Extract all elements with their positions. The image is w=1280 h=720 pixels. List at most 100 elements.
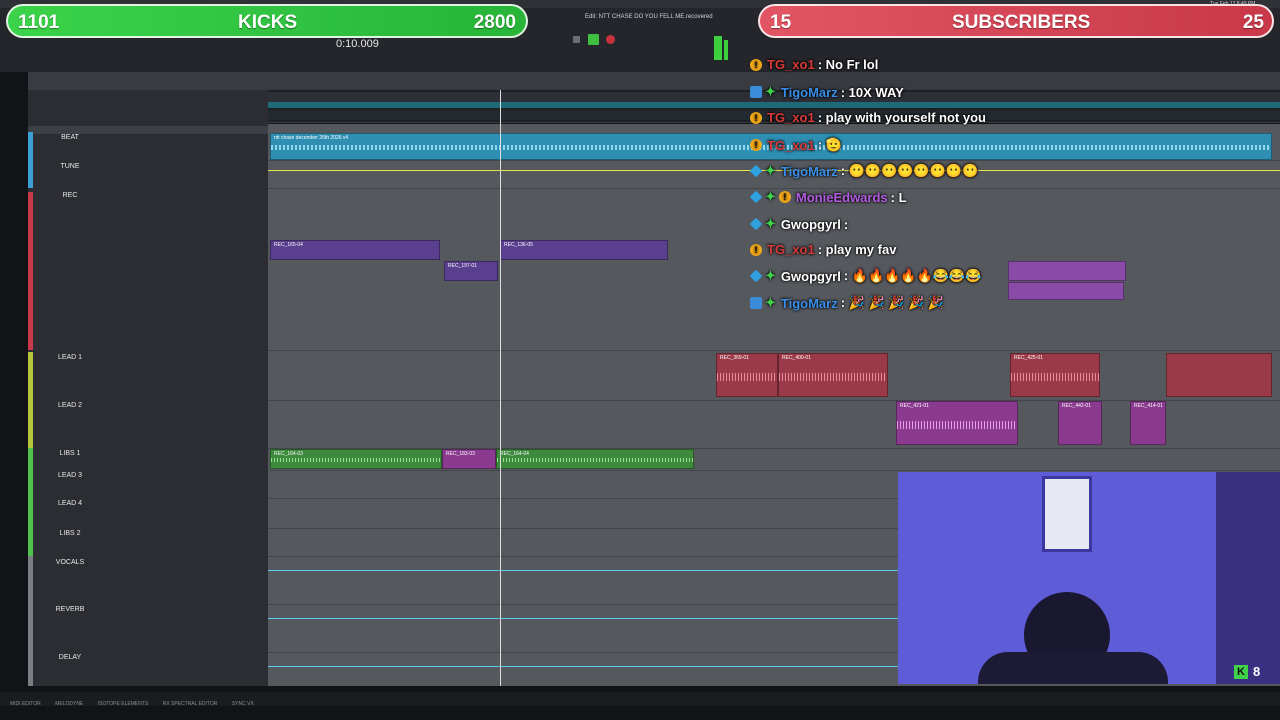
audio-clip-rec[interactable]: REC_136-05 [500,240,668,260]
chat-message: ✦ Gwopgyrl: 🔥🔥🔥🔥🔥😂😂😂 [749,268,982,284]
audio-clip-libs[interactable]: REC_164-03 [270,449,442,469]
chat-text: : play my fav [817,242,897,257]
chat-username[interactable]: TG_xo1 [767,57,815,72]
status-item[interactable]: RX SPECTRAL EDITOR [163,701,218,707]
og-badge-icon: ! [750,243,762,256]
track-color-strip-leads [28,352,33,448]
track-name-rec[interactable]: REC [40,192,100,199]
kicks-goal-bar: 1101 KICKS 2800 [6,4,528,38]
waveform [779,372,887,382]
window-title: Edit: NTT CHASE DO YOU FELL ME.recovered [585,14,713,20]
chat-text: : 😶😶😶😶😶😶😶😶 [840,163,979,178]
audio-clip-libs[interactable]: REC_183-03 [442,449,496,469]
audio-clip-rec[interactable] [1008,282,1124,300]
audio-clip-lead2[interactable]: REC_442-01 [1058,401,1102,445]
chat-message: ! TG_xo1: play my fav [750,242,896,257]
track-name-libs2[interactable]: LIBS 2 [40,530,100,537]
verified-badge-icon: ✦ [765,84,776,99]
track-color-strip-rec [28,192,33,350]
audio-clip-lead1[interactable]: REC_425-01 [1010,353,1100,397]
status-bar: MIDI EDITOR MELODYNE ISOTOPE ELEMENTS RX… [0,692,1280,707]
poster [1042,476,1092,552]
og-badge-icon: ! [750,58,762,71]
diamond-badge-icon [749,164,763,178]
subscribers-goal: 25 [1242,12,1264,33]
subscribers-label: SUBSCRIBERS [952,12,1091,33]
subscribers-goal-bar: 15 SUBSCRIBERS 25 [758,4,1274,38]
play-button[interactable] [588,34,599,45]
chat-username[interactable]: Gwopgyrl [781,269,841,284]
waveform [717,372,777,382]
track-name-reverb[interactable]: REVERB [40,606,100,613]
prime-badge-icon [750,297,762,309]
webcam-feed [898,472,1280,684]
track-color-strip-aux [28,556,33,686]
audio-clip-lead1[interactable]: REC_400-01 [778,353,888,397]
kicks-label: KICKS [238,12,298,33]
track-name-beat[interactable]: BEAT [40,134,100,141]
track-name-delay[interactable]: DELAY [40,654,100,661]
audio-clip-lead1[interactable] [1166,353,1272,397]
track-name-lead1[interactable]: LEAD 1 [40,354,100,361]
status-item[interactable]: ISOTOPE ELEMENTS [98,701,148,707]
chat-message: ✦ TigoMarz: 😶😶😶😶😶😶😶😶 [749,163,979,179]
status-item[interactable]: MIDI EDITOR [10,701,41,707]
chat-message: ✦ Gwopgyrl: [749,216,849,232]
audio-clip-rec[interactable]: REC_165-04 [270,240,440,260]
person-shoulders [978,652,1168,684]
aux-track-line [268,618,898,619]
waveform [897,420,1017,430]
playhead[interactable] [500,90,501,686]
stop-button[interactable] [573,36,580,43]
kick-logo-icon: K [1234,664,1248,679]
chat-message: ✦ TigoMarz: 🎉 🎉 🎉 🎉 🎉 [750,295,944,311]
lane-divider [268,350,1280,351]
chat-username[interactable]: TigoMarz [781,85,838,100]
track-name-lead3[interactable]: LEAD 3 [40,472,100,479]
kicks-goal: 2800 [473,12,516,33]
audio-clip-lead2[interactable]: REC_421-01 [896,401,1018,445]
verified-badge-icon: ✦ [765,295,776,310]
waveform [271,458,441,462]
status-item[interactable]: SYNC VX [232,701,254,707]
audio-clip-lead2[interactable]: REC_414-01 [1130,401,1166,445]
chat-message: ! TG_xo1: play with yourself not you [750,110,986,125]
chat-username[interactable]: Gwopgyrl [781,217,841,232]
lane-divider [268,470,1280,471]
track-name-vocals[interactable]: VOCALS [40,559,100,566]
chat-text: : 🫡 [817,137,842,152]
track-name-lead2[interactable]: LEAD 2 [40,402,100,409]
og-badge-icon: ! [750,139,762,151]
track-name-lead4[interactable]: LEAD 4 [40,500,100,507]
tempo-row [268,102,1280,108]
chat-username[interactable]: TigoMarz [781,296,838,311]
verified-badge-icon: ✦ [765,268,776,283]
chat-username[interactable]: TigoMarz [781,164,838,179]
audio-clip-lead1[interactable]: REC_369-01 [716,353,778,397]
verified-badge-icon: ✦ [765,163,776,178]
track-name-libs1[interactable]: LIBS 1 [40,450,100,457]
chat-username[interactable]: TG_xo1 [767,138,815,153]
audio-clip-rec[interactable] [1008,261,1126,281]
chat-username[interactable]: MonieEdwards [796,190,888,205]
track-color-strip-libs [28,448,33,556]
chat-text: : [843,216,849,232]
chat-username[interactable]: TG_xo1 [767,242,815,257]
diamond-badge-icon [749,217,763,231]
diamond-badge-icon [749,269,763,283]
viewer-count: K 8 [1234,664,1260,679]
track-name-tune[interactable]: TUNE [40,163,100,170]
chat-text: : 🔥🔥🔥🔥🔥😂😂😂 [843,268,982,283]
chat-username[interactable]: TG_xo1 [767,110,815,125]
og-badge-icon: ! [750,111,762,124]
record-button[interactable] [606,35,615,44]
verified-badge-icon: ✦ [765,189,776,204]
audio-clip-libs[interactable]: REC_164-04 [496,449,694,469]
chat-message: ✦! MonieEdwards: L [749,189,907,205]
status-item[interactable]: MELODYNE [55,701,83,707]
background-shelf [1216,472,1280,684]
lane-divider [268,400,1280,401]
main-counter: 0:10.009 [336,38,379,50]
audio-clip-rec[interactable]: REC_197-01 [444,261,498,281]
og-badge-icon: ! [778,191,791,203]
